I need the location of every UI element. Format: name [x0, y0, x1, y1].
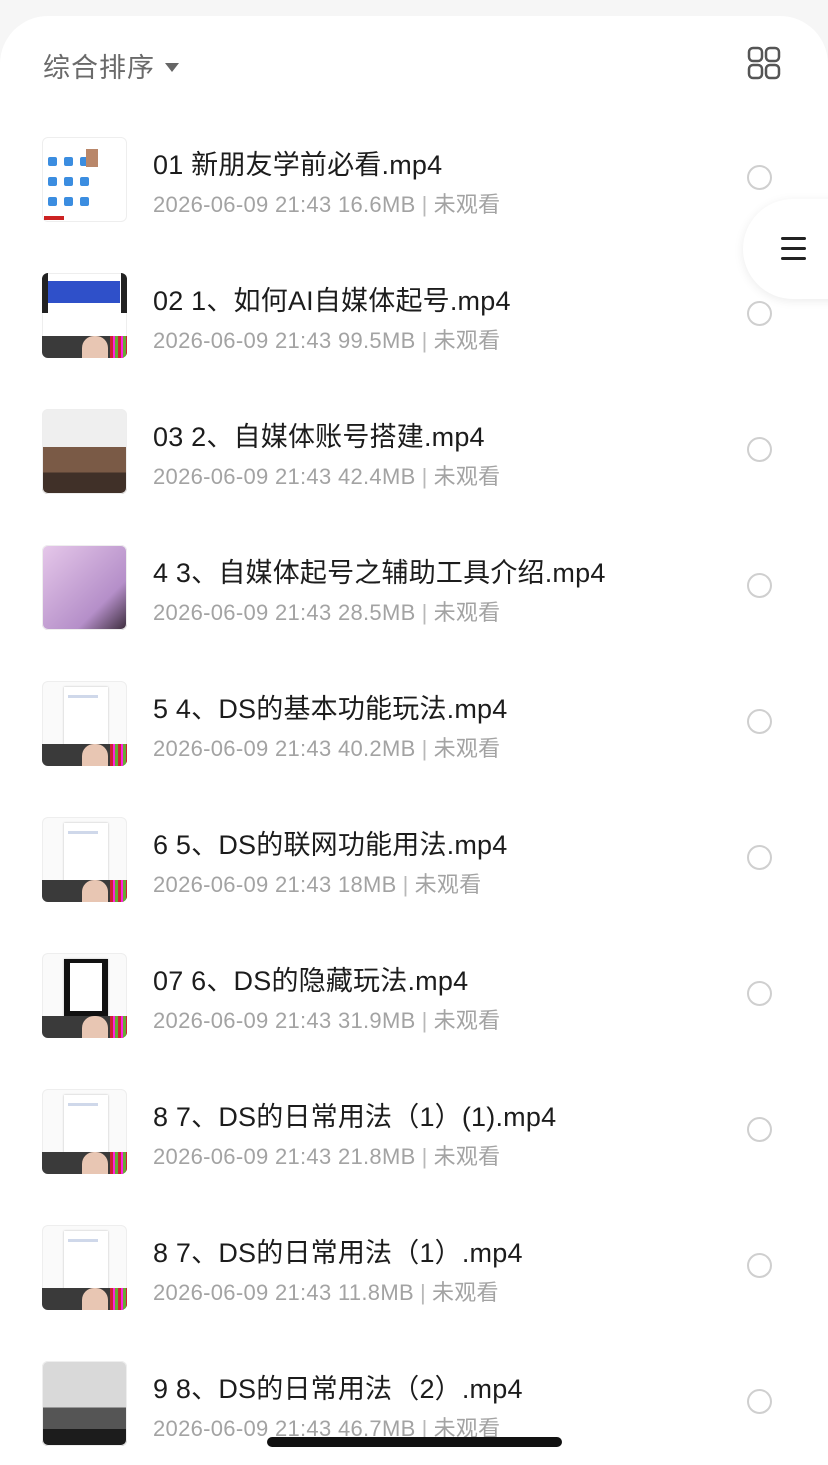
file-date: 2026-06-09 21:43 — [153, 1008, 332, 1033]
file-row[interactable]: 8 7、DS的日常用法（1）(1).mp4 2026-06-09 21:43 21… — [0, 1068, 828, 1204]
file-date: 2026-06-09 21:43 — [153, 1144, 332, 1169]
file-date: 2026-06-09 21:43 — [153, 192, 332, 217]
file-meta: 2026-06-09 21:43 42.4MB | 未观看 — [153, 464, 501, 489]
file-title: 6 5、DS的联网功能用法.mp4 — [153, 830, 508, 860]
file-meta: 2026-06-09 21:43 21.8MB | 未观看 — [153, 1144, 501, 1169]
file-row[interactable]: 07 6、DS的隐藏玩法.mp4 2026-06-09 21:43 31.9MB |… — [0, 932, 828, 1068]
select-radio[interactable] — [747, 981, 772, 1006]
file-date: 2026-06-09 21:43 — [153, 736, 332, 761]
file-meta: 2026-06-09 21:43 28.5MB | 未观看 — [153, 600, 501, 625]
video-thumbnail — [42, 409, 127, 494]
file-title: 02 1、如何AI自媒体起号.mp4 — [153, 286, 511, 316]
file-size: 31.9MB — [337, 1008, 416, 1033]
file-size: 21.8MB — [337, 1144, 416, 1169]
file-title: 8 7、DS的日常用法（1）.mp4 — [153, 1238, 523, 1268]
file-size: 11.8MB — [337, 1280, 414, 1305]
video-thumbnail — [42, 1361, 127, 1446]
sort-dropdown[interactable]: 综合排序 — [43, 46, 179, 85]
file-title: 03 2、自媒体账号搭建.mp4 — [153, 422, 485, 452]
file-size: 42.4MB — [337, 464, 416, 489]
caret-down-icon — [165, 62, 179, 72]
video-thumbnail — [42, 681, 127, 766]
file-row[interactable]: 8 7、DS的日常用法（1）.mp4 2026-06-09 21:43 11.8M… — [0, 1204, 828, 1340]
video-thumbnail — [42, 137, 127, 222]
select-radio[interactable] — [747, 845, 772, 870]
video-thumbnail — [42, 953, 127, 1038]
file-row[interactable]: 03 2、自媒体账号搭建.mp4 2026-06-09 21:43 42.4MB |… — [0, 388, 828, 524]
watch-status: 未观看 — [433, 192, 501, 217]
file-meta: 2026-06-09 21:43 16.6MB | 未观看 — [153, 192, 501, 217]
file-size: 16.6MB — [337, 192, 416, 217]
home-indicator — [267, 1437, 562, 1447]
watch-status: 未观看 — [433, 328, 501, 353]
video-thumbnail — [42, 273, 127, 358]
watch-status: 未观看 — [433, 464, 501, 489]
file-size: 28.5MB — [337, 600, 416, 625]
file-row[interactable]: 6 5、DS的联网功能用法.mp4 2026-06-09 21:43 18MB | 未… — [0, 796, 828, 932]
file-meta: 2026-06-09 21:43 18MB | 未观看 — [153, 872, 482, 897]
file-date: 2026-06-09 21:43 — [153, 600, 332, 625]
video-thumbnail — [42, 1089, 127, 1174]
file-title: 07 6、DS的隐藏玩法.mp4 — [153, 966, 469, 996]
watch-status: 未观看 — [433, 600, 501, 625]
select-radio[interactable] — [747, 1389, 772, 1414]
watch-status: 未观看 — [433, 1008, 501, 1033]
file-size: 99.5MB — [337, 328, 416, 353]
file-date: 2026-06-09 21:43 — [153, 328, 332, 353]
video-thumbnail — [42, 817, 127, 902]
file-size: 40.2MB — [337, 736, 416, 761]
video-thumbnail — [42, 1225, 127, 1310]
watch-status: 未观看 — [414, 872, 482, 897]
file-row[interactable]: 4 3、自媒体起号之辅助工具介绍.mp4 2026-06-09 21:43 28.… — [0, 524, 828, 660]
file-row[interactable]: 5 4、DS的基本功能玩法.mp4 2026-06-09 21:43 40.2MB… — [0, 660, 828, 796]
file-row[interactable]: 02 1、如何AI自媒体起号.mp4 2026-06-09 21:43 99.5M… — [0, 252, 828, 388]
file-row[interactable]: 01 新朋友学前必看.mp4 2026-06-09 21:43 16.6MB | 未观… — [0, 116, 828, 252]
select-radio[interactable] — [747, 437, 772, 462]
file-list-sheet: 综合排序 01 新朋友学前必看.mp4 2026-06-09 21:43 16.6… — [0, 16, 828, 1465]
toolbar: 综合排序 — [0, 16, 828, 116]
file-title: 5 4、DS的基本功能玩法.mp4 — [153, 694, 508, 724]
file-title: 01 新朋友学前必看.mp4 — [153, 150, 443, 180]
file-title: 4 3、自媒体起号之辅助工具介绍.mp4 — [153, 558, 606, 588]
file-title: 9 8、DS的日常用法（2）.mp4 — [153, 1374, 523, 1404]
watch-status: 未观看 — [433, 736, 501, 761]
select-radio[interactable] — [747, 1117, 772, 1142]
select-radio[interactable] — [747, 1253, 772, 1278]
sort-label: 综合排序 — [43, 53, 155, 83]
file-size: 18MB — [337, 872, 397, 897]
select-radio[interactable] — [747, 709, 772, 734]
file-meta: 2026-06-09 21:43 99.5MB | 未观看 — [153, 328, 501, 353]
watch-status: 未观看 — [433, 1144, 501, 1169]
grid-view-icon[interactable] — [747, 46, 781, 80]
video-thumbnail — [42, 545, 127, 630]
select-radio[interactable] — [747, 573, 772, 598]
file-meta: 2026-06-09 21:43 40.2MB | 未观看 — [153, 736, 501, 761]
file-meta: 2026-06-09 21:43 11.8MB | 未观看 — [153, 1280, 499, 1305]
file-date: 2026-06-09 21:43 — [153, 464, 332, 489]
file-title: 8 7、DS的日常用法（1）(1).mp4 — [153, 1102, 557, 1132]
select-radio[interactable] — [747, 165, 772, 190]
file-date: 2026-06-09 21:43 — [153, 1280, 332, 1305]
watch-status: 未观看 — [431, 1280, 499, 1305]
file-date: 2026-06-09 21:43 — [153, 872, 332, 897]
file-meta: 2026-06-09 21:43 31.9MB | 未观看 — [153, 1008, 501, 1033]
file-list: 01 新朋友学前必看.mp4 2026-06-09 21:43 16.6MB | 未观… — [0, 116, 828, 1465]
select-radio[interactable] — [747, 301, 772, 326]
